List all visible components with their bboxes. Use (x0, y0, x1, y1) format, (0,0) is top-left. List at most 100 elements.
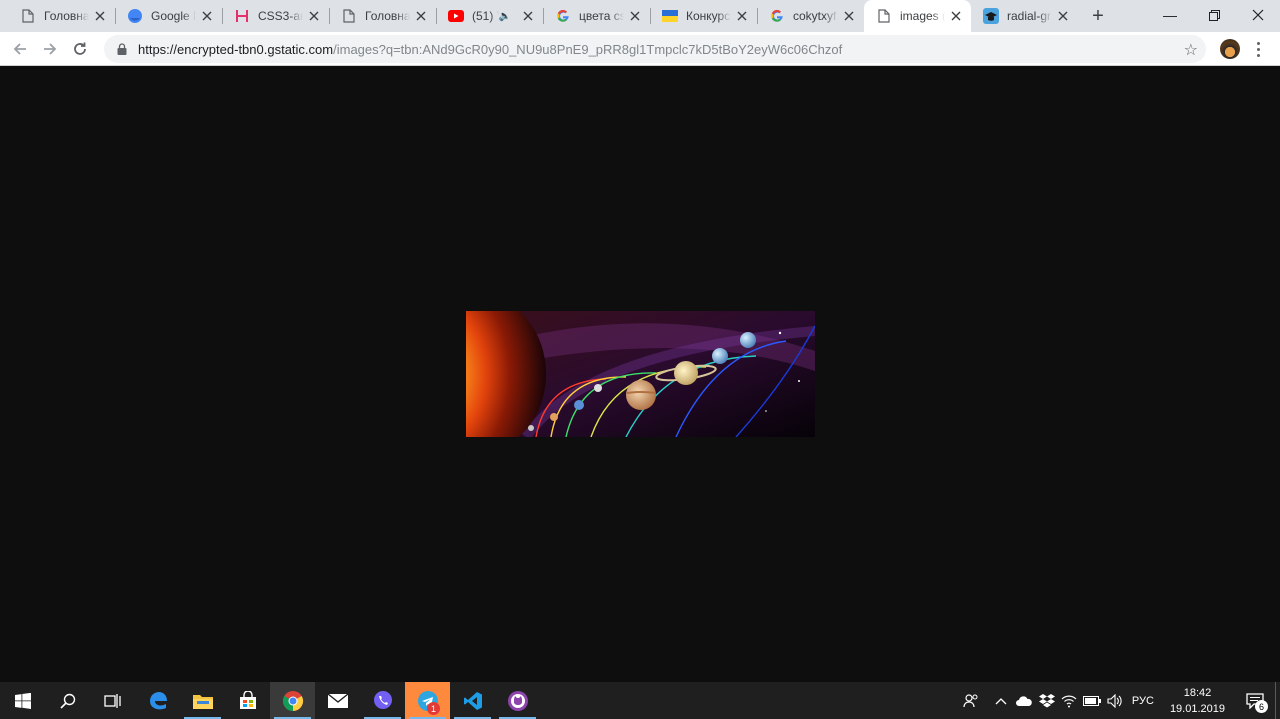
tab-title: CSS3-анимации (258, 9, 303, 23)
profile-avatar[interactable] (1220, 39, 1240, 59)
start-button[interactable] (0, 682, 45, 719)
window-controls: — (1148, 0, 1280, 30)
tab-4[interactable]: Головна (329, 0, 436, 32)
page-viewport (0, 67, 1280, 682)
speaker-icon[interactable]: 🔈 (499, 11, 511, 22)
html-icon (234, 8, 250, 24)
tab-10[interactable]: radial-gradient (971, 0, 1078, 32)
mail-icon (327, 692, 348, 708)
tab-2[interactable]: Google Перекладач (115, 0, 222, 32)
github-desktop-app[interactable] (495, 682, 540, 719)
tab-7[interactable]: Конкурс (650, 0, 757, 32)
address-bar[interactable]: https://encrypted-tbn0.gstatic.com/image… (104, 35, 1206, 63)
search-icon (59, 693, 75, 709)
tab-title: Головна (44, 9, 89, 23)
chrome-menu-button[interactable] (1252, 39, 1264, 59)
close-tab-icon[interactable] (949, 9, 963, 23)
close-tab-icon[interactable] (1056, 9, 1070, 23)
clock-date: 19.01.2019 (1169, 702, 1225, 715)
close-tab-icon[interactable] (842, 9, 856, 23)
browser-toolbar: https://encrypted-tbn0.gstatic.com/image… (0, 32, 1280, 66)
file-explorer-app[interactable] (180, 682, 225, 719)
page-icon (20, 8, 36, 24)
chrome-app[interactable] (270, 682, 315, 719)
tab-title: цвета css (579, 9, 624, 23)
system-clock[interactable]: 18:42 19.01.2019 (1160, 685, 1235, 717)
google-icon (769, 8, 785, 24)
bookmark-star-icon[interactable]: ☆ (1184, 40, 1198, 60)
chrome-icon (282, 690, 303, 711)
url-path: /images?q=tbn:ANd9GcR0y90_NU9u8PnE9_pRR8… (333, 41, 843, 57)
arrow-left-icon (13, 42, 26, 55)
wifi-icon[interactable] (1058, 682, 1080, 719)
people-icon[interactable] (960, 682, 982, 719)
windows-taskbar: 1 РУС 18:42 19.01.2019 6 (0, 682, 1280, 719)
vscode-icon (463, 691, 482, 710)
language-indicator[interactable]: РУС (1126, 682, 1160, 719)
tab-title: radial-gradient (1007, 9, 1052, 23)
tab-3[interactable]: CSS3-анимации (222, 0, 329, 32)
mail-app[interactable] (315, 682, 360, 719)
reload-icon (74, 42, 86, 55)
close-window-button[interactable] (1236, 0, 1280, 30)
close-tab-icon[interactable] (93, 9, 107, 23)
task-view-button[interactable] (90, 682, 135, 719)
show-desktop-button[interactable] (1275, 682, 1280, 719)
telegram-unread-badge: 1 (427, 702, 440, 715)
page-icon (341, 8, 357, 24)
volume-icon[interactable] (1104, 682, 1126, 719)
viber-app[interactable] (360, 682, 405, 719)
tab-title: images (1 (900, 9, 945, 23)
youtube-icon (448, 8, 464, 24)
tab-title: Google Перекладач (151, 9, 196, 23)
github-desktop-icon (507, 690, 528, 711)
reload-button[interactable] (65, 34, 95, 64)
edge-icon (149, 691, 167, 709)
close-tab-icon[interactable] (521, 9, 535, 23)
tab-title: cokytxyfz (793, 9, 838, 23)
close-tab-icon[interactable] (628, 9, 642, 23)
telegram-app[interactable]: 1 (405, 682, 450, 719)
lock-icon (114, 41, 130, 57)
onedrive-icon[interactable] (1012, 682, 1036, 719)
graduation-cap-icon (983, 8, 999, 24)
tab-title: Головна (365, 9, 410, 23)
restore-button[interactable] (1192, 0, 1236, 30)
url-text: https://encrypted-tbn0.gstatic.com/image… (138, 42, 842, 57)
close-tab-icon[interactable] (414, 9, 428, 23)
tab-1[interactable]: Головна (8, 0, 115, 32)
tab-5[interactable]: (51) YouTube🔈 (436, 0, 543, 32)
battery-icon[interactable] (1080, 682, 1104, 719)
tab-8[interactable]: cokytxyfz (757, 0, 864, 32)
notification-count-badge: 6 (1255, 700, 1268, 713)
arrow-right-icon (44, 42, 57, 55)
store-icon (239, 690, 256, 709)
forward-button[interactable] (35, 34, 65, 64)
dropbox-icon[interactable] (1036, 682, 1058, 719)
close-tab-icon[interactable] (735, 9, 749, 23)
url-host: https://encrypted-tbn0.gstatic.com (138, 41, 334, 57)
vscode-app[interactable] (450, 682, 495, 719)
tab-9[interactable]: images (1 (864, 0, 971, 32)
edge-app[interactable] (135, 682, 180, 719)
new-tab-button[interactable]: + (1084, 2, 1112, 30)
tab-title: (51) YouTube (472, 9, 499, 23)
chevron-up-icon[interactable] (990, 682, 1012, 719)
action-center-button[interactable]: 6 (1235, 682, 1275, 719)
minimize-button[interactable]: — (1148, 0, 1192, 30)
viber-icon (373, 690, 392, 709)
task-view-icon (103, 693, 121, 708)
close-tab-icon[interactable] (307, 9, 321, 23)
close-tab-icon[interactable] (200, 9, 214, 23)
back-button[interactable] (5, 34, 35, 64)
file-explorer-icon (192, 694, 213, 709)
solar-system-image (466, 311, 815, 437)
page-icon (876, 8, 892, 24)
tab-6[interactable]: цвета css (543, 0, 650, 32)
windows-logo-icon (14, 692, 31, 709)
google-translate-icon (127, 8, 143, 24)
search-button[interactable] (45, 682, 90, 719)
store-app[interactable] (225, 682, 270, 719)
tab-strip: Головна Google Перекладач CSS3-анимации Гол… (0, 0, 1280, 32)
google-icon (555, 8, 571, 24)
